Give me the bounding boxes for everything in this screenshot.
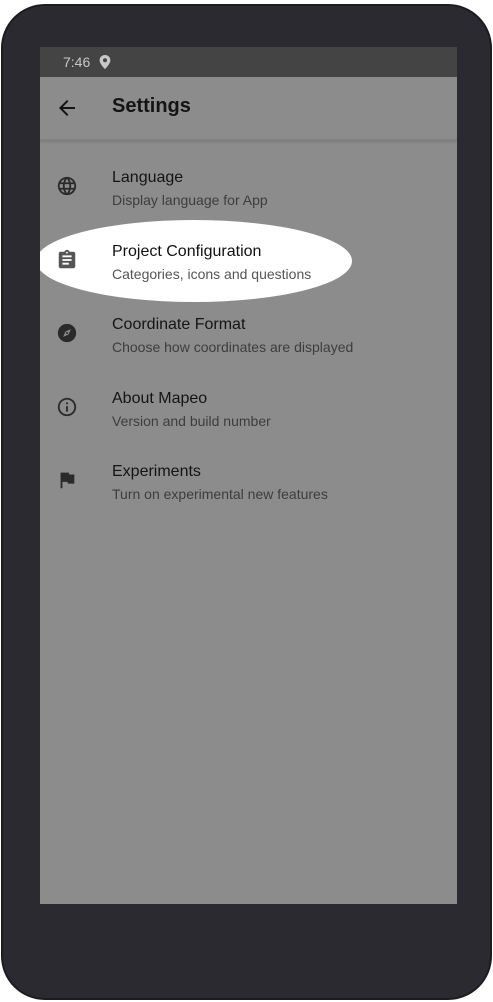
item-subtitle: Turn on experimental new features <box>112 486 328 502</box>
settings-item-experiments[interactable]: Experiments Turn on experimental new fea… <box>40 435 457 509</box>
item-subtitle: Version and build number <box>112 412 271 429</box>
settings-item-about[interactable]: About Mapeo Version and build number <box>40 362 457 436</box>
app-bar: Settings <box>40 77 457 141</box>
settings-item-project-configuration[interactable]: Project Configuration Categories, icons … <box>40 215 457 289</box>
status-bar: 7:46 <box>40 47 457 77</box>
settings-item-language[interactable]: Language Display language for App <box>40 141 457 215</box>
item-subtitle: Categories, icons and questions <box>112 265 312 282</box>
settings-item-coordinate-format[interactable]: Coordinate Format Choose how coordinates… <box>40 288 457 362</box>
item-title: Experiments <box>112 463 201 480</box>
info-icon <box>56 396 78 418</box>
flag-icon <box>56 469 78 491</box>
page-title: Settings <box>112 95 191 117</box>
item-title: About Mapeo <box>112 389 208 407</box>
compass-icon <box>56 322 78 344</box>
back-button[interactable] <box>53 94 81 122</box>
status-time: 7:46 <box>63 54 91 70</box>
arrow-back-icon <box>55 96 79 120</box>
item-title: Language <box>112 169 184 186</box>
device-frame: 7:46 Settings Language Display language … <box>1 4 492 1000</box>
app-screen: 7:46 Settings Language Display language … <box>40 47 457 904</box>
location-pin-icon <box>99 55 111 69</box>
item-subtitle: Display language for App <box>112 192 268 208</box>
item-title: Project Configuration <box>112 242 262 260</box>
globe-icon <box>56 175 78 197</box>
item-title: Coordinate Format <box>112 316 246 333</box>
settings-list: Language Display language for App Projec… <box>40 141 457 509</box>
item-subtitle: Choose how coordinates are displayed <box>112 339 354 355</box>
clipboard-icon <box>56 249 78 271</box>
